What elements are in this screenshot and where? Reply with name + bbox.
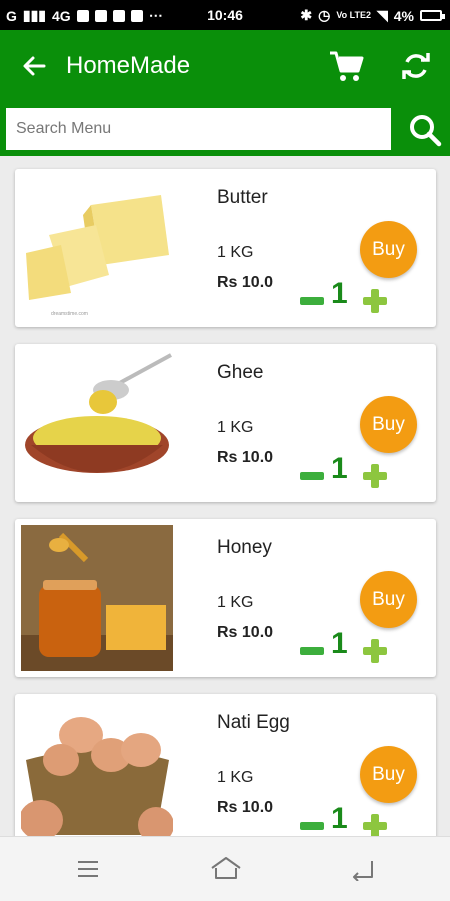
buy-button[interactable]: Buy: [360, 221, 417, 278]
product-price: Rs 10.0: [217, 624, 274, 641]
back-icon[interactable]: [350, 857, 376, 881]
increment-button[interactable]: [361, 812, 389, 836]
product-name: Ghee: [217, 362, 264, 383]
product-quantity: 1 KG: [217, 419, 254, 436]
bluetooth-icon: ✱: [300, 7, 313, 23]
product-card[interactable]: Honey 1 KG Rs 10.0 Buy 1: [15, 519, 436, 677]
battery-icon: [420, 10, 445, 21]
decrement-button[interactable]: [300, 822, 324, 830]
decrement-button[interactable]: [300, 472, 324, 480]
product-card[interactable]: Ghee 1 KG Rs 10.0 Buy 1: [15, 344, 436, 502]
app-bar: HomeMade: [0, 30, 450, 104]
alarm-icon: ◷: [318, 7, 331, 23]
decrement-button[interactable]: [300, 647, 324, 655]
quantity-count: 1: [331, 802, 348, 835]
status-bar: G ▮▮▮ 4G ⋯ 10:46 ✱ ◷ Vo LTE2 ◥ 4%: [0, 0, 450, 30]
product-card[interactable]: Nati Egg 1 KG Rs 10.0 Buy 1: [15, 694, 436, 836]
system-nav-bar: [0, 836, 450, 901]
decrement-button[interactable]: [300, 297, 324, 305]
search-bar: [0, 104, 450, 156]
product-card[interactable]: dreamstime.com Butter 1 KG Rs 10.0 Buy 1: [15, 169, 436, 327]
product-name: Nati Egg: [217, 712, 290, 733]
increment-button[interactable]: [361, 462, 389, 490]
menu-icon[interactable]: [77, 859, 99, 879]
svg-text:dreamstime.com: dreamstime.com: [51, 311, 88, 317]
butter-image: dreamstime.com: [21, 175, 173, 321]
search-input[interactable]: [6, 108, 391, 150]
app-title: HomeMade: [66, 52, 191, 79]
quantity-count: 1: [331, 277, 348, 310]
buy-button[interactable]: Buy: [360, 746, 417, 803]
product-price: Rs 10.0: [217, 449, 274, 466]
ghee-image: [21, 350, 173, 496]
buy-button[interactable]: Buy: [360, 396, 417, 453]
battery-label: 4%: [393, 7, 414, 24]
honey-image: [21, 525, 173, 671]
home-icon[interactable]: [210, 855, 242, 881]
arrow-left-icon[interactable]: [20, 52, 48, 80]
quantity-count: 1: [331, 627, 348, 660]
increment-button[interactable]: [361, 637, 389, 665]
product-name: Butter: [217, 187, 268, 208]
buy-button[interactable]: Buy: [360, 571, 417, 628]
product-name: Honey: [217, 537, 272, 558]
quantity-count: 1: [331, 452, 348, 485]
volte-label: Vo LTE2: [336, 10, 371, 20]
egg-image: [21, 700, 173, 836]
refresh-icon[interactable]: [400, 50, 432, 82]
product-price: Rs 10.0: [217, 274, 274, 291]
cart-icon[interactable]: [328, 48, 364, 84]
increment-button[interactable]: [361, 287, 389, 315]
product-price: Rs 10.0: [217, 799, 274, 816]
search-icon[interactable]: [408, 113, 442, 147]
product-quantity: 1 KG: [217, 769, 254, 786]
product-quantity: 1 KG: [217, 594, 254, 611]
product-list: dreamstime.com Butter 1 KG Rs 10.0 Buy 1…: [0, 156, 450, 836]
product-quantity: 1 KG: [217, 244, 254, 261]
wifi-icon: ◥: [376, 7, 388, 23]
